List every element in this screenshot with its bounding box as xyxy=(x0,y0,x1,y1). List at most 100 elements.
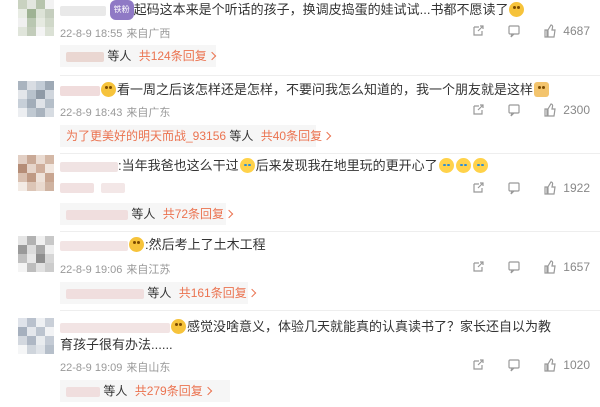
comment-text-cont: 后来发现我在地里玩的更开心了 xyxy=(255,158,438,173)
comment-text-line: 感觉没啥意义，体验几天就能真的认真读书了？家长还自以为教育孩子很有办法.....… xyxy=(60,318,560,354)
comment-actions: 1922 xyxy=(449,181,590,195)
reply-users-blurred xyxy=(66,386,100,397)
thumbs-up-icon xyxy=(544,260,556,274)
reply-summary[interactable]: 等人 共124条回复 xyxy=(60,45,216,67)
like-button[interactable]: 1657 xyxy=(543,260,590,274)
reply-etc-label: 等人 xyxy=(131,207,156,221)
avatar[interactable] xyxy=(18,318,54,354)
chevron-right-icon xyxy=(224,209,234,219)
comment-date: 22-8-9 18:43 xyxy=(60,107,123,119)
location-blurred xyxy=(101,183,126,194)
date-blurred xyxy=(60,183,94,194)
username-blurred[interactable] xyxy=(60,322,170,333)
thumbs-up-icon xyxy=(544,24,556,38)
share-icon xyxy=(473,359,484,370)
laugh-emoji-icon xyxy=(239,158,255,173)
divider xyxy=(60,231,600,232)
comment-meta: 22-8-9 19:06 来自江苏 xyxy=(60,261,174,277)
username-blurred[interactable] xyxy=(60,5,106,16)
share-button[interactable] xyxy=(471,24,485,38)
like-count: 4687 xyxy=(563,24,590,38)
avatar[interactable] xyxy=(18,81,54,117)
reply-etc-label: 等人 xyxy=(107,49,132,63)
share-icon xyxy=(473,25,484,36)
comment-item: 看一周之后该怎样还是怎样，不要问我怎么知道的，我一个朋友就是这样 22-8-9 … xyxy=(0,81,600,154)
laugh-emoji-icon xyxy=(455,158,471,173)
share-button[interactable] xyxy=(471,358,485,372)
dog-emoji-icon xyxy=(534,82,550,97)
like-button[interactable]: 2300 xyxy=(543,103,590,117)
reply-count-link[interactable]: 共124条回复 xyxy=(139,49,207,63)
emoji-icon xyxy=(171,319,186,334)
comment-text: :当年我爸也这么干过 xyxy=(118,158,239,173)
comment-meta: 22-8-9 18:55 来自广西 xyxy=(60,25,174,41)
reply-etc-label: 等人 xyxy=(103,384,128,398)
reply-etc-label: 等人 xyxy=(147,286,172,300)
comment-icon xyxy=(508,182,520,195)
chevron-right-icon xyxy=(247,288,256,298)
like-count: 2300 xyxy=(563,103,590,117)
divider xyxy=(60,75,600,76)
reply-summary[interactable]: 等人 共161条回复 xyxy=(60,282,256,304)
share-button[interactable] xyxy=(471,103,485,117)
reply-username[interactable]: 为了更美好的明天而战_93156 xyxy=(66,129,226,143)
comment-actions: 1657 xyxy=(449,260,590,274)
reply-count-link[interactable]: 共72条回复 xyxy=(163,207,224,221)
thumbs-up-icon xyxy=(544,103,556,117)
share-icon xyxy=(473,261,484,272)
reply-users-blurred xyxy=(66,209,128,220)
comment-location: 来自山东 xyxy=(126,362,171,374)
laugh-emoji-icon xyxy=(472,158,488,173)
thumbs-up-icon xyxy=(544,181,556,195)
comment-item: :当年我爸也这么干过 后来发现我在地里玩的更开心了 1922 等人 共72条回复 xyxy=(0,155,600,232)
avatar[interactable] xyxy=(18,0,54,36)
comment-date: 22-8-9 19:06 xyxy=(60,264,123,276)
emoji-icon xyxy=(509,2,525,17)
comment-location: 来自广东 xyxy=(126,107,171,119)
share-button[interactable] xyxy=(471,260,485,274)
username-blurred[interactable] xyxy=(60,161,118,172)
reply-etc-label: 等人 xyxy=(229,129,254,143)
comment-text-line: :当年我爸也这么干过 后来发现我在地里玩的更开心了 xyxy=(60,157,590,175)
username-blurred[interactable] xyxy=(60,85,100,96)
divider xyxy=(60,153,600,154)
emoji-icon xyxy=(101,82,116,97)
chevron-right-icon xyxy=(322,131,332,141)
comment-text-line: :然后考上了土木工程 xyxy=(60,236,590,254)
reply-summary[interactable]: 等人 共279条回复 xyxy=(60,380,230,402)
reply-users-blurred xyxy=(66,288,144,299)
comment-text-line: 看一周之后该怎样还是怎样，不要问我怎么知道的，我一个朋友就是这样 xyxy=(60,81,590,99)
like-button[interactable]: 1020 xyxy=(543,358,590,372)
comment-button[interactable] xyxy=(507,358,521,372)
share-icon xyxy=(473,182,484,193)
thumbs-up-icon xyxy=(544,358,556,372)
comment-button[interactable] xyxy=(507,103,521,117)
username-blurred[interactable] xyxy=(60,240,128,251)
reply-count-link[interactable]: 共279条回复 xyxy=(135,384,203,398)
comment-location: 来自广西 xyxy=(126,28,171,40)
reply-summary[interactable]: 为了更美好的明天而战_93156 等人 共40条回复 xyxy=(60,125,332,147)
reply-users-blurred xyxy=(66,51,104,62)
comment-button[interactable] xyxy=(507,260,521,274)
avatar[interactable] xyxy=(18,155,54,191)
like-count: 1020 xyxy=(563,358,590,372)
comment-button[interactable] xyxy=(507,24,521,38)
comment-actions: 1020 xyxy=(449,358,590,372)
comment-feed: 铁粉 起码这本来是个听话的孩子，换调皮捣蛋的娃试试...书都不愿读了 22-8-9… xyxy=(0,0,600,407)
comment-button[interactable] xyxy=(507,181,521,195)
comment-item: 感觉没啥意义，体验几天就能真的认真读书了？家长还自以为教育孩子很有办法.....… xyxy=(0,318,600,407)
reply-summary[interactable]: 等人 共72条回复 xyxy=(60,203,234,225)
comment-icon xyxy=(508,25,520,38)
like-count: 1922 xyxy=(563,181,590,195)
share-icon xyxy=(473,104,484,115)
avatar[interactable] xyxy=(18,236,54,272)
share-button[interactable] xyxy=(471,181,485,195)
comment-date: 22-8-9 19:09 xyxy=(60,362,123,374)
like-button[interactable]: 1922 xyxy=(543,181,590,195)
comment-location: 来自江苏 xyxy=(126,264,171,276)
comment-icon xyxy=(508,359,520,372)
like-button[interactable]: 4687 xyxy=(543,24,590,38)
comment-text: 起码这本来是个听话的孩子，换调皮捣蛋的娃试试...书都不愿读了 xyxy=(133,2,509,17)
reply-count-link[interactable]: 共161条回复 xyxy=(179,286,247,300)
reply-count-link[interactable]: 共40条回复 xyxy=(261,129,322,143)
